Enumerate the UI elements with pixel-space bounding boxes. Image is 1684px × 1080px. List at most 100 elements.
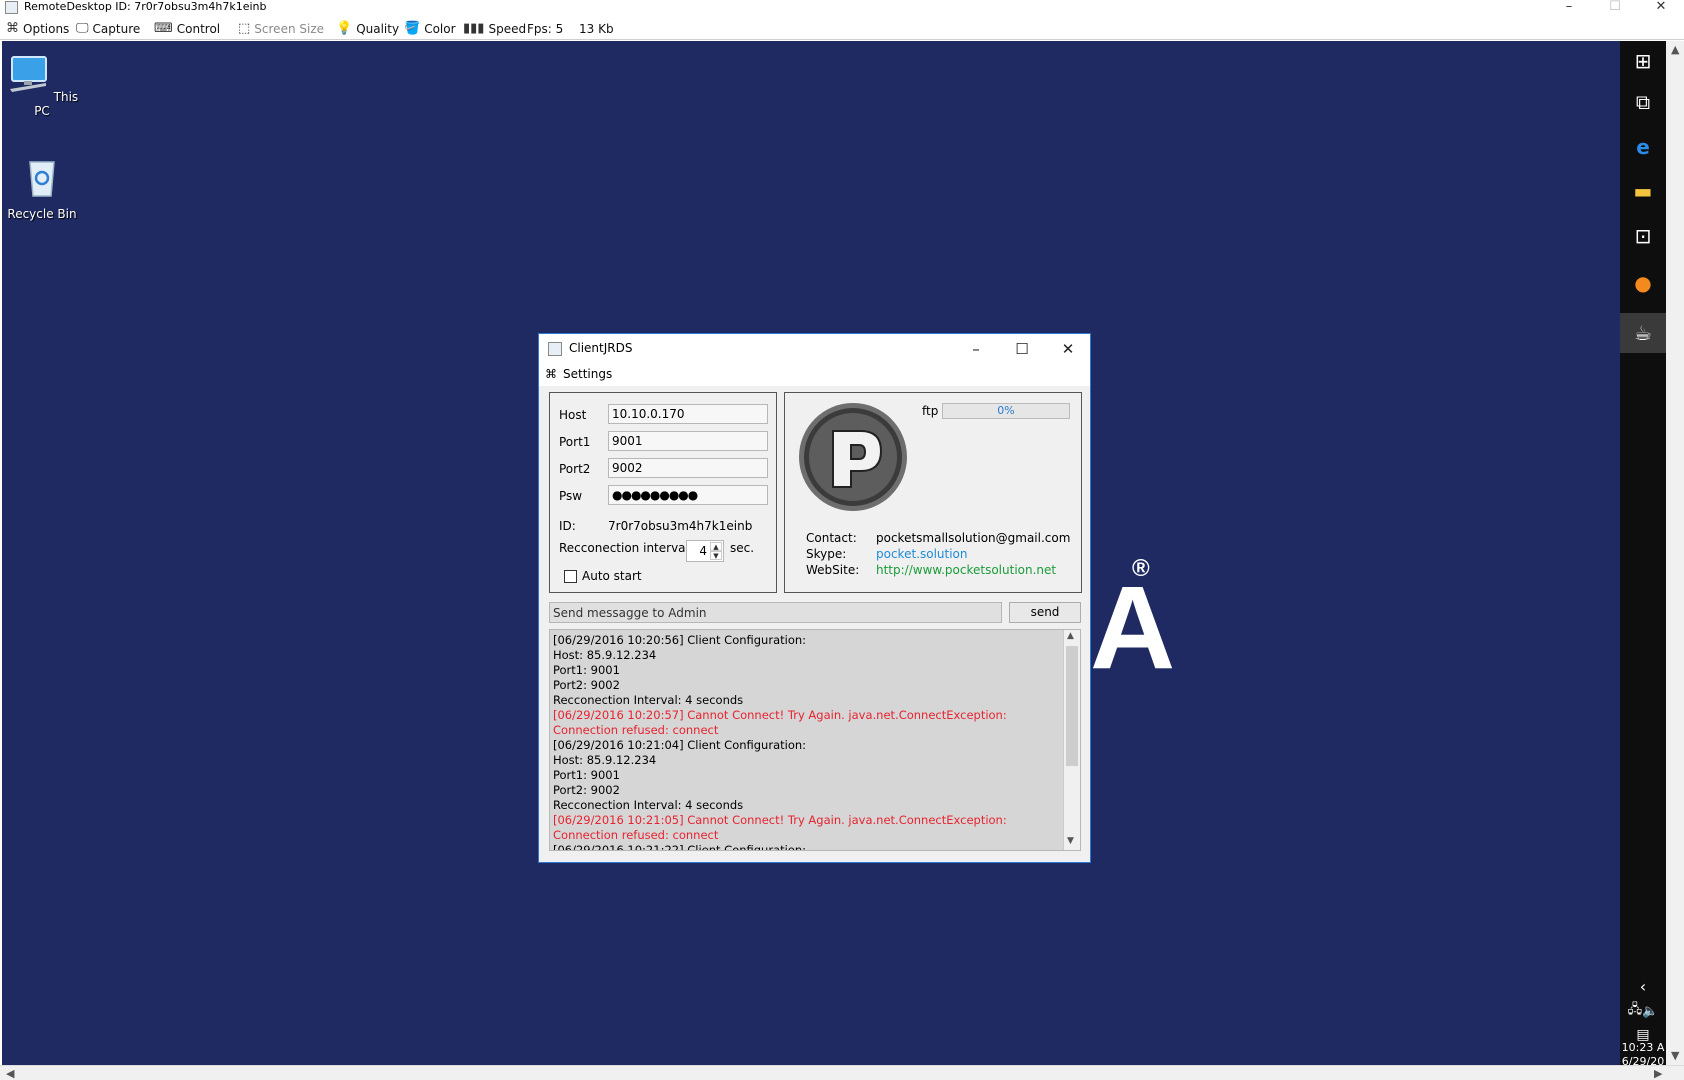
screen-size-menu[interactable]: ⬚ Screen Size	[238, 20, 324, 38]
log-line: Port2: 9002	[553, 678, 620, 692]
wallpaper-logo-letter: A	[1090, 562, 1176, 694]
message-to-admin-input[interactable]: Send messagge to Admin	[549, 602, 1002, 623]
scroll-up-icon[interactable]: ▲	[1671, 43, 1679, 56]
quality-menu[interactable]: 💡 Quality	[336, 20, 399, 38]
firefox-icon: ●	[1634, 271, 1652, 295]
folder-icon: ▬	[1633, 179, 1653, 203]
log-line: Host: 85.9.12.234	[553, 648, 657, 662]
website-link[interactable]: http://www.pocketsolution.net	[876, 563, 1056, 577]
java-app-icon	[5, 1, 18, 14]
horizontal-scrollbar[interactable]: ◀ ▶	[0, 1065, 1684, 1080]
store-bag-icon: ⊡	[1634, 224, 1652, 248]
scroll-down-icon[interactable]: ▼	[1671, 1049, 1679, 1062]
monitor-icon: 🖵	[76, 21, 89, 36]
resize-icon: ⬚	[238, 21, 251, 36]
pocket-solution-logo	[799, 403, 907, 511]
log-lines: [06/29/2016 10:20:56] Client Configurati…	[553, 633, 1058, 851]
log-line: Connection refused: connect	[553, 723, 719, 737]
reconnection-interval-value: 4	[699, 544, 707, 558]
recycle-bin-desktop-icon[interactable]: Recycle Bin	[2, 156, 82, 221]
spinner-up-icon[interactable]: ▲	[710, 542, 722, 551]
java-app-icon	[548, 342, 562, 356]
start-button[interactable]: ⊞	[1620, 41, 1666, 81]
send-button[interactable]: send	[1009, 602, 1081, 623]
password-label: Psw	[559, 489, 583, 503]
host-label: Host	[559, 408, 587, 422]
maximize-button[interactable]: ☐	[1592, 0, 1638, 14]
scroll-right-icon[interactable]: ▶	[1654, 1067, 1662, 1080]
log-line: [06/29/2016 10:20:56] Client Configurati…	[553, 633, 807, 647]
store-taskbar-button[interactable]: ⊡	[1620, 216, 1666, 256]
firefox-taskbar-button[interactable]: ●	[1620, 263, 1666, 303]
scroll-left-icon[interactable]: ◀	[6, 1067, 14, 1080]
log-line: Port1: 9001	[553, 768, 620, 782]
host-input[interactable]: 10.10.0.170	[608, 404, 768, 424]
ftp-progress-bar: 0%	[942, 403, 1070, 419]
log-line: Recconection Interval: 4 seconds	[553, 798, 744, 812]
connection-panel: Host 10.10.0.170 Port1 9001 Port2 9002 P…	[549, 392, 777, 593]
client-menubar: ⌘ Settings	[539, 364, 1090, 386]
log-line: Host: 85.9.12.234	[553, 753, 657, 767]
scroll-down-icon[interactable]: ▼	[1067, 836, 1074, 846]
computer-icon	[9, 56, 47, 92]
java-cup-icon: ☕	[1634, 321, 1652, 345]
window-title: RemoteDesktop ID: 7r0r7obsu3m4h7k1einb	[24, 0, 267, 13]
id-value: 7r0r7obsu3m4h7k1einb	[608, 519, 753, 533]
log-line: [06/29/2016 10:21:22] Client Configurati…	[553, 843, 807, 851]
client-maximize-button[interactable]: ☐	[1002, 338, 1042, 360]
log-line: [06/29/2016 10:21:04] Client Configurati…	[553, 738, 807, 752]
client-jrds-window: ClientJRDS – ☐ ✕ ⌘ Settings Host 10.10.0…	[538, 333, 1091, 863]
scroll-up-icon[interactable]: ▲	[1067, 631, 1074, 641]
client-title: ClientJRDS	[569, 341, 633, 355]
java-app-taskbar-button[interactable]: ☕	[1620, 313, 1666, 353]
task-view-button[interactable]: ⧉	[1620, 82, 1666, 122]
close-button[interactable]: ✕	[1638, 0, 1684, 14]
client-titlebar: ClientJRDS – ☐ ✕	[539, 334, 1090, 364]
capture-menu[interactable]: 🖵 Capture	[76, 20, 140, 38]
contact-value: pocketsmallsolution@gmail.com	[876, 531, 1071, 545]
taskbar: ⊞ ⧉ e ▬ ⊡ ● ☕ ‹ 🖧 🔈 ▤ 10:23 A 6/29/20	[1620, 41, 1666, 1068]
color-menu[interactable]: 🪣 Color	[404, 20, 456, 38]
port2-label: Port2	[559, 462, 591, 476]
auto-start-checkbox[interactable]	[564, 570, 577, 583]
client-close-button[interactable]: ✕	[1048, 338, 1088, 360]
skype-link[interactable]: pocket.solution	[876, 547, 968, 561]
log-line: [06/29/2016 10:21:05] Cannot Connect! Tr…	[553, 813, 1007, 827]
edge-browser-icon: e	[1636, 135, 1650, 159]
file-explorer-taskbar-button[interactable]: ▬	[1620, 171, 1666, 211]
fps-readout: Fps: 5	[527, 22, 564, 36]
port1-input[interactable]: 9001	[608, 431, 768, 451]
toolbar: ⌘ Options 🖵 Capture ⌨ Control ⬚ Screen S…	[0, 18, 1684, 40]
speed-menu[interactable]: ▮▮▮ Speed	[463, 20, 526, 38]
vertical-scrollbar[interactable]: ▲ ▼	[1666, 41, 1684, 1065]
control-menu[interactable]: ⌨ Control	[154, 20, 220, 38]
log-textarea[interactable]: [06/29/2016 10:20:56] Client Configurati…	[549, 629, 1081, 851]
port2-input[interactable]: 9002	[608, 458, 768, 478]
log-line: [06/29/2016 10:20:57] Cannot Connect! Tr…	[553, 708, 1007, 722]
log-line: Port2: 9002	[553, 783, 620, 797]
command-icon: ⌘	[6, 21, 19, 36]
log-scrollbar[interactable]: ▲ ▼	[1063, 630, 1080, 850]
client-minimize-button[interactable]: –	[956, 338, 996, 360]
reconnection-interval-spinner[interactable]: 4 ▲ ▼	[686, 540, 724, 562]
spinner-down-icon[interactable]: ▼	[710, 551, 722, 560]
minimize-button[interactable]: –	[1546, 0, 1592, 14]
clock-time: 10:23 A	[1621, 1041, 1665, 1054]
wallpaper-registered-mark: ®	[1132, 555, 1150, 582]
edge-taskbar-button[interactable]: e	[1620, 127, 1666, 167]
this-pc-desktop-icon[interactable]: This PC	[2, 53, 82, 118]
auto-start-label: Auto start	[582, 569, 642, 583]
reconnection-unit-label: sec.	[730, 541, 755, 555]
speed-bars-icon: ▮▮▮	[463, 21, 485, 36]
port1-label: Port1	[559, 435, 591, 449]
options-menu[interactable]: ⌘ Options	[6, 20, 69, 38]
log-scroll-thumb[interactable]	[1066, 646, 1078, 766]
contact-label: Contact:	[806, 531, 857, 545]
log-line: Recconection Interval: 4 seconds	[553, 693, 744, 707]
id-label: ID:	[559, 519, 576, 533]
log-line: Port1: 9001	[553, 663, 620, 677]
task-view-icon: ⧉	[1635, 90, 1651, 114]
settings-menu[interactable]: ⌘ Settings	[545, 367, 612, 381]
password-input[interactable]: ●●●●●●●●●	[608, 485, 768, 505]
info-panel: ftp 0% Contact: pocketsmallsolution@gmai…	[784, 392, 1082, 593]
